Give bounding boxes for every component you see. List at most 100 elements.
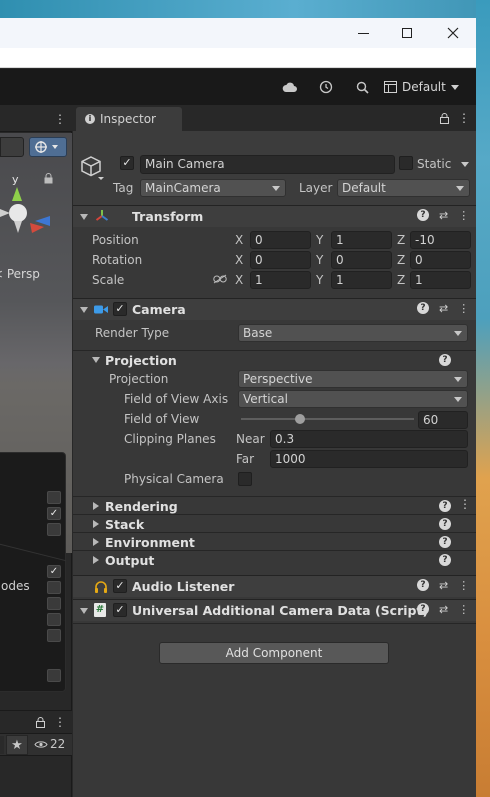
rotation-y-field[interactable]: 0	[331, 251, 392, 269]
help-icon[interactable]: ?	[439, 354, 451, 366]
presets-icon[interactable]: ⇄	[439, 603, 448, 616]
overlay-checkbox[interactable]: ✓	[47, 565, 61, 578]
tab-inspector[interactable]: i Inspector	[76, 107, 182, 131]
lock-icon[interactable]	[440, 113, 449, 124]
help-icon[interactable]: ?	[439, 500, 451, 512]
axis-x-label: X	[235, 273, 244, 287]
desktop-wallpaper-top	[0, 0, 490, 18]
audio-listener-header[interactable]: ✓ Audio Listener ? ⇄ ⋮	[73, 575, 476, 597]
scene-panel: ⋮ y < Persp	[0, 105, 72, 797]
rendering-section-header[interactable]: Rendering ? ⋮	[73, 497, 476, 515]
section-menu-icon[interactable]: ⋮	[459, 497, 471, 511]
overlay-checkbox[interactable]	[47, 629, 61, 642]
overlay-checkbox[interactable]	[47, 669, 61, 682]
overlay-checkbox[interactable]	[47, 581, 61, 594]
chevron-down-icon	[52, 145, 58, 149]
static-checkbox[interactable]	[399, 156, 413, 170]
camera-header[interactable]: ✓ Camera ? ⇄ ⋮	[73, 298, 476, 320]
lock-icon[interactable]	[44, 173, 53, 184]
tag-dropdown[interactable]: MainCamera	[140, 179, 286, 197]
section-divider	[73, 623, 476, 624]
component-menu-icon[interactable]: ⋮	[458, 302, 469, 315]
projection-dropdown[interactable]: Perspective	[238, 370, 468, 388]
help-icon[interactable]: ?	[439, 536, 451, 548]
stack-section-header[interactable]: Stack ?	[73, 515, 476, 533]
component-actions: ? ⇄ ⋮	[417, 302, 469, 315]
gizmo-tool-button[interactable]	[29, 137, 67, 157]
position-x-field[interactable]: 0	[250, 231, 311, 249]
add-component-button[interactable]: Add Component	[159, 642, 389, 664]
scene-more-menu-icon[interactable]: ⋮	[54, 112, 66, 126]
camera-enabled-checkbox[interactable]: ✓	[113, 302, 127, 316]
overlay-checkbox[interactable]	[47, 491, 61, 504]
far-clip-field[interactable]: 1000	[270, 450, 468, 468]
scene-tool-toggle[interactable]	[0, 137, 24, 157]
position-z-field[interactable]: -10	[410, 231, 471, 249]
output-section-header[interactable]: Output ?	[73, 551, 476, 569]
projection-section-header[interactable]: Projection ?	[73, 351, 476, 369]
fov-slider[interactable]	[241, 411, 414, 427]
favorites-button[interactable]: ★	[6, 735, 28, 755]
audio-listener-enabled-checkbox[interactable]: ✓	[113, 579, 127, 593]
physical-camera-checkbox[interactable]	[238, 472, 252, 486]
cloud-button[interactable]	[280, 77, 300, 97]
hierarchy-search-field[interactable]	[0, 736, 4, 754]
overlay-checkbox[interactable]	[47, 597, 61, 610]
chevron-down-icon	[454, 397, 462, 402]
presets-icon[interactable]: ⇄	[439, 579, 448, 592]
component-menu-icon[interactable]: ⋮	[458, 209, 469, 222]
scale-x-field[interactable]: 1	[250, 271, 311, 289]
overlay-checkbox[interactable]: ✓	[47, 507, 61, 520]
rotation-z-field[interactable]: 0	[410, 251, 471, 269]
cloud-icon	[282, 82, 297, 92]
projection-mode-label[interactable]: < Persp	[0, 267, 40, 281]
transform-header[interactable]: Transform ? ⇄ ⋮	[73, 205, 476, 227]
help-icon[interactable]: ?	[439, 554, 451, 566]
fov-axis-dropdown[interactable]: Vertical	[238, 390, 468, 408]
constrain-proportions-icon[interactable]	[213, 274, 227, 284]
close-button[interactable]	[430, 18, 476, 48]
presets-icon[interactable]: ⇄	[439, 302, 448, 315]
overlay-divider	[0, 541, 66, 562]
overlay-checkbox[interactable]	[47, 523, 61, 536]
fov-slider-thumb[interactable]	[294, 414, 305, 424]
gameobject-cube-icon[interactable]	[80, 155, 106, 183]
near-clip-field[interactable]: 0.3	[270, 430, 468, 448]
layer-dropdown[interactable]: Default	[337, 179, 470, 197]
help-icon[interactable]: ?	[417, 603, 429, 615]
scale-y-field[interactable]: 1	[331, 271, 392, 289]
uacd-enabled-checkbox[interactable]: ✓	[113, 603, 127, 617]
uacd-header[interactable]: # ✓ Universal Additional Camera Data (Sc…	[73, 599, 476, 621]
help-icon[interactable]: ?	[417, 209, 429, 221]
gameobject-active-checkbox[interactable]: ✓	[120, 156, 134, 170]
environment-section-header[interactable]: Environment ?	[73, 533, 476, 551]
help-icon[interactable]: ?	[439, 518, 451, 530]
visibility-count[interactable]: 22	[34, 737, 65, 751]
minimize-button[interactable]	[340, 18, 386, 48]
search-button[interactable]	[352, 77, 372, 97]
layout-dropdown[interactable]: Default	[384, 76, 466, 98]
axis-y-label: Y	[316, 233, 324, 247]
component-menu-icon[interactable]: ⋮	[458, 579, 469, 592]
presets-icon[interactable]: ⇄	[439, 209, 448, 222]
help-icon[interactable]: ?	[417, 302, 429, 314]
unity-editor-window: Default ⋮ y Persp ✓ ✓ odes ⋮ ★ 22 i Insp…	[0, 18, 476, 797]
position-y-field[interactable]: 1	[331, 231, 392, 249]
scale-z-field[interactable]: 1	[410, 271, 471, 289]
help-icon[interactable]: ?	[417, 579, 429, 591]
rotation-x-field[interactable]: 0	[250, 251, 311, 269]
static-dropdown-arrow-icon[interactable]	[461, 162, 469, 167]
orientation-gizmo[interactable]: y	[0, 173, 60, 243]
fov-value-field[interactable]: 60	[418, 411, 468, 429]
lock-icon[interactable]	[36, 717, 45, 728]
physical-camera-label: Physical Camera	[124, 472, 224, 486]
component-menu-icon[interactable]: ⋮	[458, 603, 469, 616]
overlay-checkbox[interactable]	[47, 613, 61, 626]
gameobject-name-field[interactable]: Main Camera	[140, 155, 395, 174]
render-type-dropdown[interactable]: Base	[238, 324, 468, 342]
inspector-more-menu-icon[interactable]: ⋮	[458, 111, 470, 125]
maximize-button[interactable]	[384, 18, 430, 48]
hierarchy-more-menu-icon[interactable]: ⋮	[54, 715, 66, 729]
rotation-label: Rotation	[92, 253, 143, 267]
history-button[interactable]	[316, 77, 336, 97]
